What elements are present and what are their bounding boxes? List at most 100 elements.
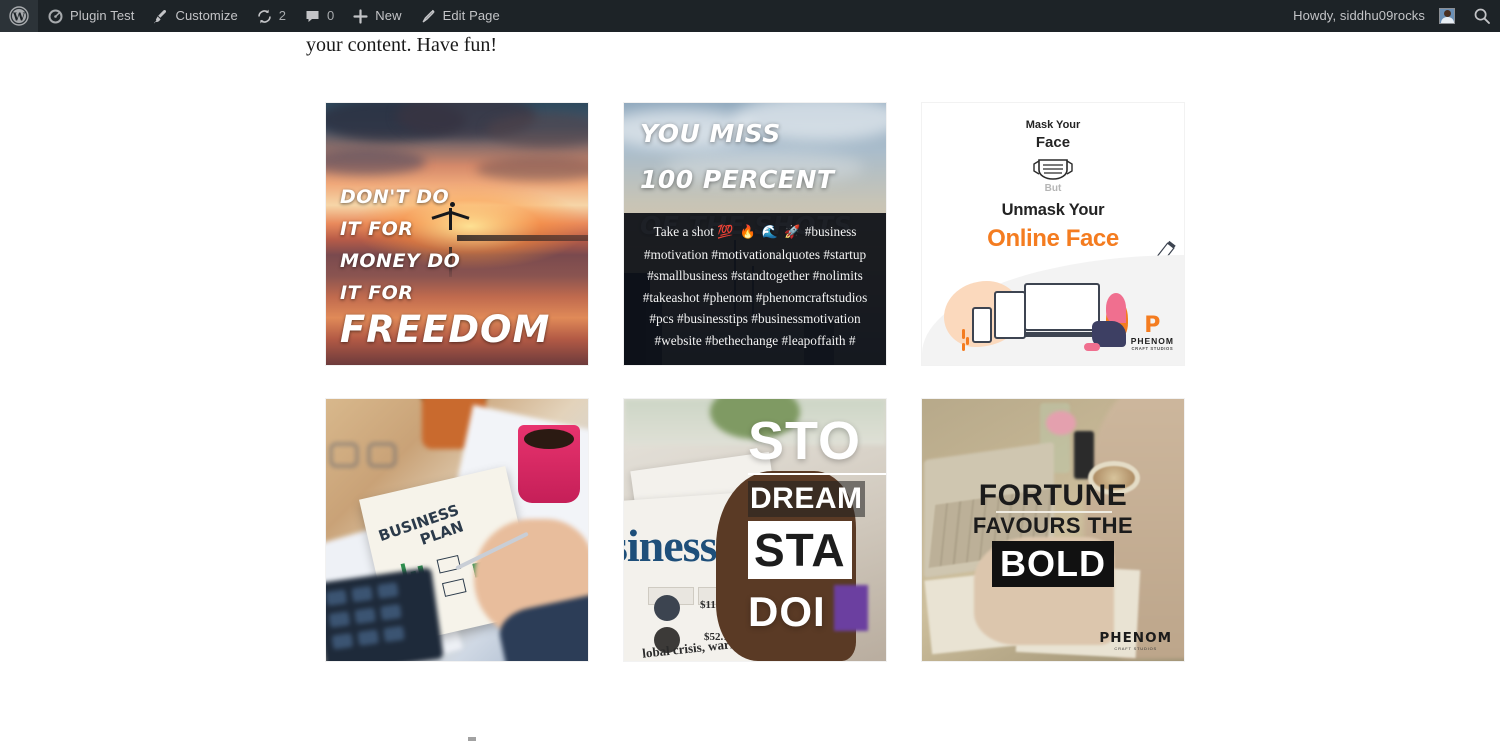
new-content-label: New [375,8,402,23]
site-name-menu[interactable]: Plugin Test [38,0,143,32]
quote-line: DON'T DO [340,186,450,208]
chart-dot [654,595,680,621]
notebook-text: BUSINESS PLAN [376,501,467,561]
caption-hashtags-5: #pcs #businesstips #businessmotivation [649,311,861,326]
overlay-line-2: FAVOURS THE [972,513,1134,538]
mask-line-4: Unmask Your [1001,201,1105,219]
glasses-shape [330,439,396,473]
tablet-shape [994,291,1026,339]
accent-stroke [962,329,965,339]
quote-emphasis: FREEDOM [340,308,551,351]
caption-hashtags-6: #website #bethechange #leapoffaith # [654,332,856,348]
paintbrush-icon [152,8,169,25]
new-content-menu[interactable]: New [343,0,410,32]
overlay-rule [748,473,886,475]
comments-count: 0 [327,8,335,23]
post-4-image: BUSINESS PLAN [326,399,588,661]
caption-hashtags-1: #business [804,224,857,239]
page-bottom-fragment [468,737,476,741]
avatar [1439,8,1455,24]
instagram-post-3[interactable]: Mask Your Face But Unmask Your Online Fa… [921,102,1185,366]
instagram-post-2[interactable]: YOU MISS 100 PERCENT OF THE SHOTS Take a… [623,102,887,366]
instagram-post-4[interactable]: BUSINESS PLAN [325,398,589,662]
admin-bar-left-group: W Plugin Test Customize 2 0 New Edit Pag… [0,0,509,32]
caption-hashtags-3: #smallbusiness #standtogether #nolimits [647,268,863,283]
diagram-box [441,578,467,597]
intro-paragraph: your content. Have fun! [306,34,498,56]
mask-line-1: Mask Your [1025,119,1081,131]
instagram-feed-grid: DON'T DO IT FOR MONEY DO IT FOR FREEDOM [325,102,1185,662]
coffee-mug [518,425,580,503]
customize-menu[interactable]: Customize [143,0,246,32]
mask-graphic: Mask Your Face But Unmask Your Online Fa… [922,103,1184,365]
face-mask-icon [1031,153,1075,183]
overlay-highlight-box: BOLD [992,541,1114,587]
edit-page-label: Edit Page [442,8,500,23]
brand-name: PHENOM [1130,336,1174,346]
admin-bar-right-group: Howdy, siddhu09rocks [1284,0,1500,32]
mask-line-5: Online Face [987,225,1119,252]
dashboard-icon [47,8,64,25]
person-hair [1106,293,1126,323]
post-2-caption-overlay: Take a shot 💯 🔥 🌊 🚀 #business #motivatio… [624,213,886,365]
accent-stroke [962,343,965,351]
search-icon [1473,7,1491,25]
site-name-label: Plugin Test [70,8,135,23]
post-3-image: Mask Your Face But Unmask Your Online Fa… [922,103,1184,365]
wordpress-icon: W [9,6,29,26]
instagram-post-5[interactable]: siness $1146.06 $52.14 lobal crisis, war… [623,398,887,662]
caption-emoji: 💯 🔥 🌊 🚀 [717,225,802,240]
comment-bubble-icon [304,8,321,25]
caption-hashtags-2: #motivation #motivationalquotes #startup [643,246,867,262]
plus-icon [352,8,369,25]
caption-lead: Take a shot [653,224,714,239]
headline-line-2: 100 PERCENT [640,165,835,194]
my-account-menu[interactable]: Howdy, siddhu09rocks [1284,0,1464,32]
quote-line: MONEY DO [340,250,461,272]
quote-line: IT FOR [340,282,414,304]
updates-count: 2 [278,8,287,23]
comments-menu[interactable]: 0 [295,0,343,32]
brand-logo: PHENOM CRAFT STUDIOS [1099,630,1172,651]
overlay-line-1: FORTUNE [978,479,1128,512]
overlay-line-3: BOLD [1000,543,1106,584]
edit-page-menu[interactable]: Edit Page [411,0,509,32]
admin-bar-search-button[interactable] [1464,0,1500,32]
calculator-shape [326,567,444,661]
brand-tagline: CRAFT STUDIOS [1114,646,1157,651]
person-shoe [1084,343,1100,351]
headline-line-1: YOU MISS [640,119,781,148]
svg-text:W: W [12,11,26,24]
post-1-quote: DON'T DO IT FOR MONEY DO IT FOR FREEDOM [340,181,550,351]
page-content: your content. Have fun! DON'T DO IT FOR … [0,32,1500,741]
pencil-icon [420,8,437,25]
post-5-image: siness $1146.06 $52.14 lobal crisis, war… [624,399,886,661]
newspaper-masthead: siness [624,520,717,571]
brand-tagline: CRAFT STUDIOS [1131,346,1174,351]
post-2-image: YOU MISS 100 PERCENT OF THE SHOTS Take a… [624,103,886,365]
updates-menu[interactable]: 2 [247,0,295,32]
instagram-post-6[interactable]: FORTUNE FAVOURS THE BOLD PHENOM CRAFT ST… [921,398,1185,662]
accent-stroke [966,337,969,345]
instagram-post-1[interactable]: DON'T DO IT FOR MONEY DO IT FOR FREEDOM [325,102,589,366]
brand-mark: P [1144,313,1161,338]
updates-icon [256,8,273,25]
customize-label: Customize [175,8,238,23]
overlay-line-4: DOI [748,588,826,635]
mask-line-3: But [1044,183,1062,194]
laptop-shape [1024,283,1100,331]
overlay-line-3: STA [748,521,852,579]
brand-logo: P PHENOM CRAFT STUDIOS [1130,313,1174,352]
quote-line: IT FOR [340,218,414,240]
wp-admin-bar: W Plugin Test Customize 2 0 New Edit Pag… [0,0,1500,32]
overlay-line-1: STO [748,411,862,471]
mask-line-2: Face [1035,134,1071,151]
post-5-overlay-text: STO DREAM STA DOI [748,413,886,637]
howdy-label: Howdy, siddhu09rocks [1293,8,1425,23]
wp-logo-menu[interactable]: W [0,0,38,32]
overlay-line-2: DREAM [748,481,865,517]
caption-hashtags-4: #takeashot #phenom #phenomcraftstudios [642,289,868,305]
post-6-image: FORTUNE FAVOURS THE BOLD PHENOM CRAFT ST… [922,399,1184,661]
brand-name: PHENOM [1099,630,1172,646]
flower-shape [1046,411,1076,435]
